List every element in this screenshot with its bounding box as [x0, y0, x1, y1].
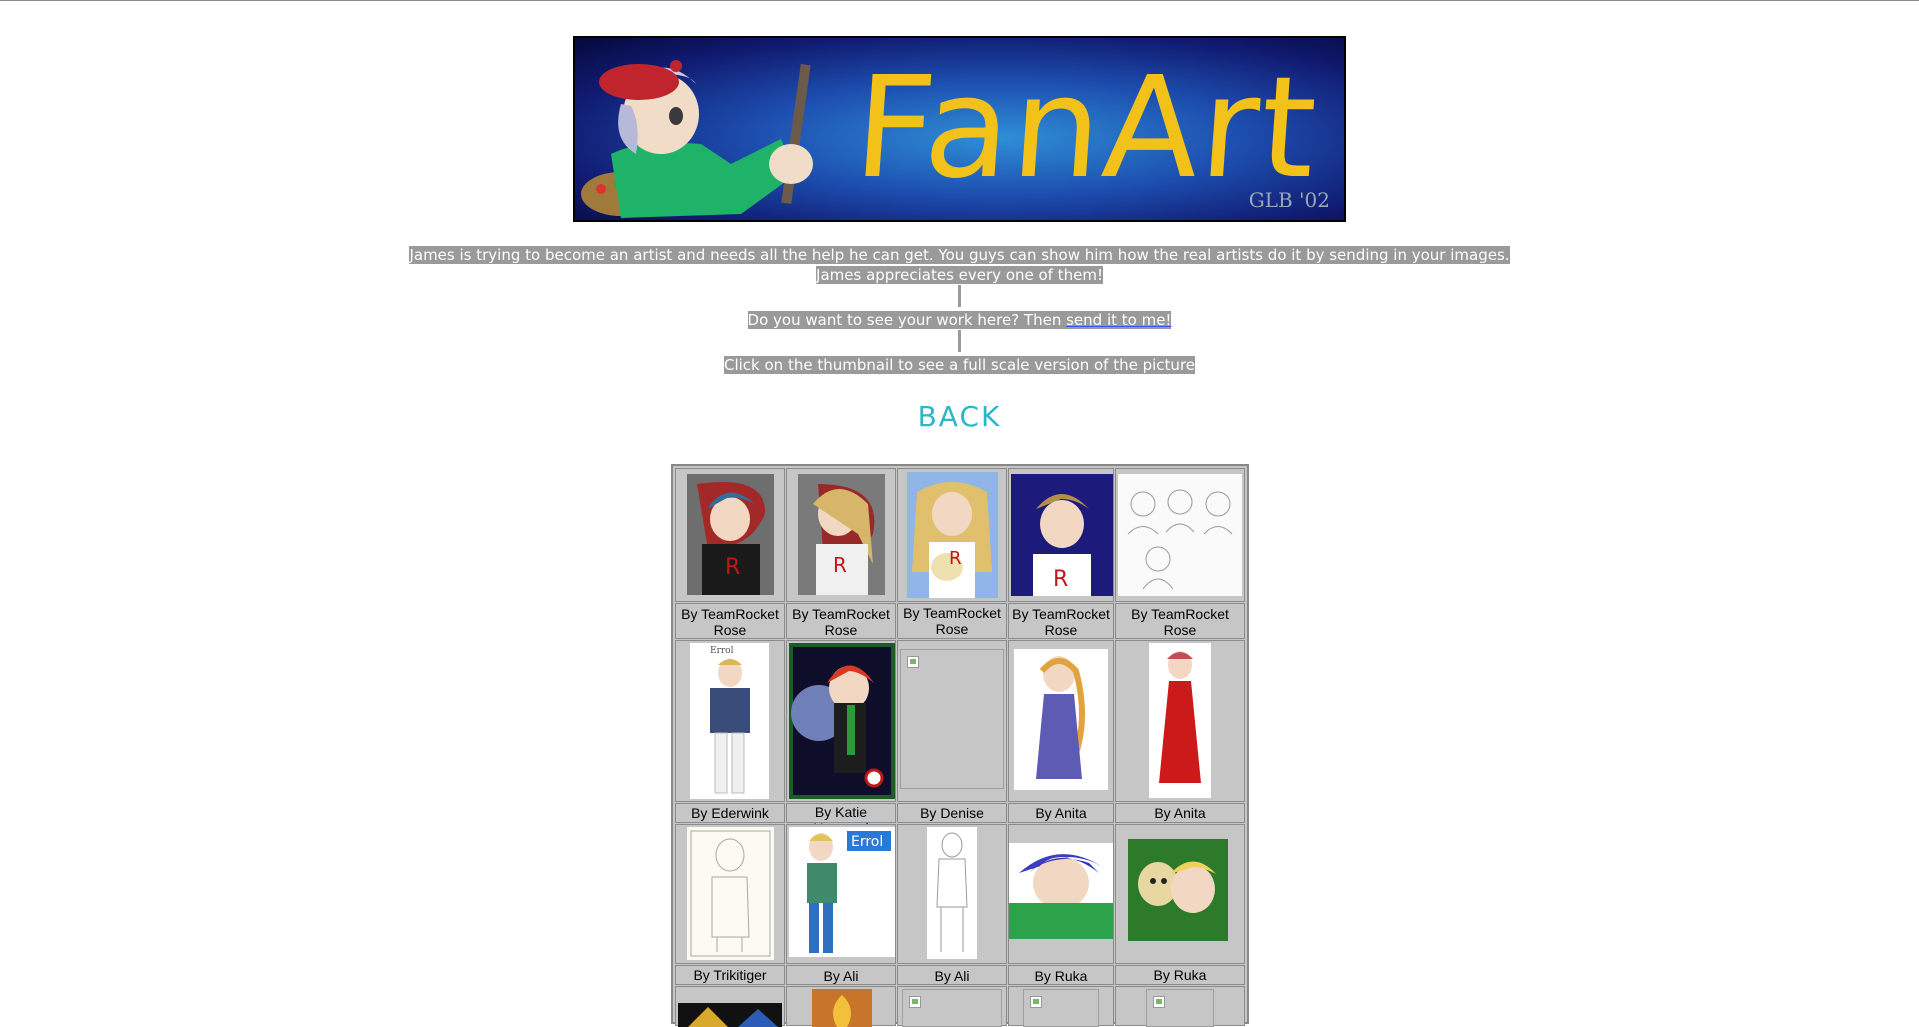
caption-r1c1: By TeamRocket Rose [675, 603, 785, 639]
submit-line: Do you want to see your work here? Then … [747, 311, 1172, 329]
gallery-cell-r3c1 [675, 824, 785, 964]
fanart-gallery-table: R R R R By TeamRocket Rose By TeamRocket… [671, 464, 1249, 1027]
svg-text:R: R [1053, 567, 1068, 592]
intro-line-1: James is trying to become an artist and … [409, 246, 1510, 264]
gallery-cell-r2c2 [786, 640, 896, 802]
thumbnail-ali-2[interactable] [927, 827, 977, 959]
caption-r2c3: By Denise [897, 803, 1007, 823]
gallery-cell-r1c4: R [1008, 468, 1114, 602]
thumbnail-teamrocket-sketch-group[interactable] [1118, 474, 1242, 596]
caption-r1c5: By TeamRocket Rose [1115, 603, 1245, 639]
gallery-cell-r4c3 [897, 986, 1007, 1027]
fanart-banner: FanArt GLB '02 [573, 36, 1346, 222]
caption-r3c4: By Ruka [1008, 965, 1114, 985]
caption-r1c3: By TeamRocket Rose [897, 603, 1007, 639]
gallery-cell-r2c5 [1115, 640, 1245, 802]
instructions-wrapper: Click on the thumbnail to see a full sca… [0, 355, 1919, 375]
thumbnail-r4c1[interactable] [678, 1003, 782, 1027]
thumbnail-ruka-1[interactable] [1009, 843, 1113, 939]
caption-r2c2: By Katie Hayward [786, 803, 896, 836]
gallery-cell-r1c1: R [675, 468, 785, 602]
gallery-cell-r4c5 [1115, 986, 1245, 1027]
back-link[interactable]: BACK [0, 400, 1919, 433]
thumbnail-ederwink-errol[interactable]: Errol [690, 643, 769, 799]
submit-prefix: Do you want to see your work here? Then [747, 311, 1067, 329]
broken-image-icon [907, 656, 919, 668]
caption-r2c5: By Anita [1115, 803, 1245, 823]
gallery-cell-r3c5 [1115, 824, 1245, 964]
caption-r2c4: By Anita [1008, 803, 1114, 823]
svg-text:R: R [725, 555, 740, 580]
thumbnail-r4c4-broken[interactable] [1023, 989, 1099, 1027]
thumbnail-instructions: Click on the thumbnail to see a full sca… [723, 356, 1196, 374]
gallery-cell-r1c2: R [786, 468, 896, 602]
caption-r3c1: By Trikitiger [675, 965, 785, 985]
thumbnail-teamrocket-boy[interactable]: R [1011, 474, 1113, 596]
caption-r1c2: By TeamRocket Rose [786, 603, 896, 639]
thumbnail-errol-label-1: Errol [710, 646, 734, 656]
caption-r3c3: By Ali [897, 965, 1007, 985]
gallery-cell-r4c1 [675, 986, 785, 1027]
thumbnail-katie-hayward[interactable] [789, 643, 895, 799]
caption-r3c2: By Ali [786, 965, 896, 985]
text-divider-2 [958, 330, 961, 352]
thumbnail-teamrocket-james[interactable]: R [687, 474, 774, 595]
broken-image-icon [1030, 996, 1042, 1008]
thumbnail-r4c3-broken[interactable] [902, 989, 1002, 1027]
gallery-cell-r1c5 [1115, 468, 1245, 602]
gallery-cell-r1c3: R [897, 468, 1007, 602]
gallery-cell-r2c3 [897, 640, 1007, 802]
send-it-to-me-link[interactable]: send it to me! [1066, 311, 1171, 329]
thumbnail-teamrocket-jessie[interactable]: R [798, 474, 885, 595]
submit-line-wrapper: Do you want to see your work here? Then … [0, 310, 1919, 330]
gallery-cell-r2c1: Errol [675, 640, 785, 802]
gallery-cell-r2c4 [1008, 640, 1114, 802]
gallery-cell-r3c3 [897, 824, 1007, 964]
thumbnail-teamrocket-jessie-meowth[interactable]: R [907, 472, 998, 598]
thumbnail-r4c2[interactable] [812, 989, 872, 1027]
banner-signature: GLB '02 [1248, 188, 1330, 212]
top-border-line [0, 0, 1919, 1]
caption-r3c5: By Ruka [1115, 965, 1245, 985]
thumbnail-anita-2[interactable] [1149, 643, 1211, 798]
thumbnail-denise-broken[interactable] [900, 649, 1004, 789]
thumbnail-r4c5-broken[interactable] [1146, 989, 1214, 1027]
intro-line-2: James appreciates every one of them! [816, 266, 1103, 284]
thumbnail-trikitiger[interactable] [687, 827, 774, 960]
intro-line-1-wrapper: James is trying to become an artist and … [0, 245, 1919, 265]
gallery-cell-r3c2: Errol [786, 824, 896, 964]
gallery-cell-r4c2 [786, 986, 896, 1027]
text-divider-1 [958, 285, 961, 307]
caption-r1c4: By TeamRocket Rose [1008, 603, 1114, 639]
gallery-cell-r3c4 [1008, 824, 1114, 964]
broken-image-icon [1153, 996, 1165, 1008]
banner-artist-character-image [581, 60, 813, 218]
svg-text:R: R [949, 548, 962, 569]
thumbnail-anita-1[interactable] [1014, 649, 1108, 790]
gallery-cell-r4c4 [1008, 986, 1114, 1027]
intro-line-2-wrapper: James appreciates every one of them! [0, 265, 1919, 285]
thumbnail-errol-label-2: Errol [851, 834, 883, 850]
broken-image-icon [909, 996, 921, 1008]
thumbnail-ali-1-errol[interactable]: Errol [789, 827, 895, 957]
svg-text:R: R [833, 553, 847, 577]
thumbnail-ruka-2[interactable] [1128, 839, 1228, 941]
caption-r2c1: By Ederwink [675, 803, 785, 823]
